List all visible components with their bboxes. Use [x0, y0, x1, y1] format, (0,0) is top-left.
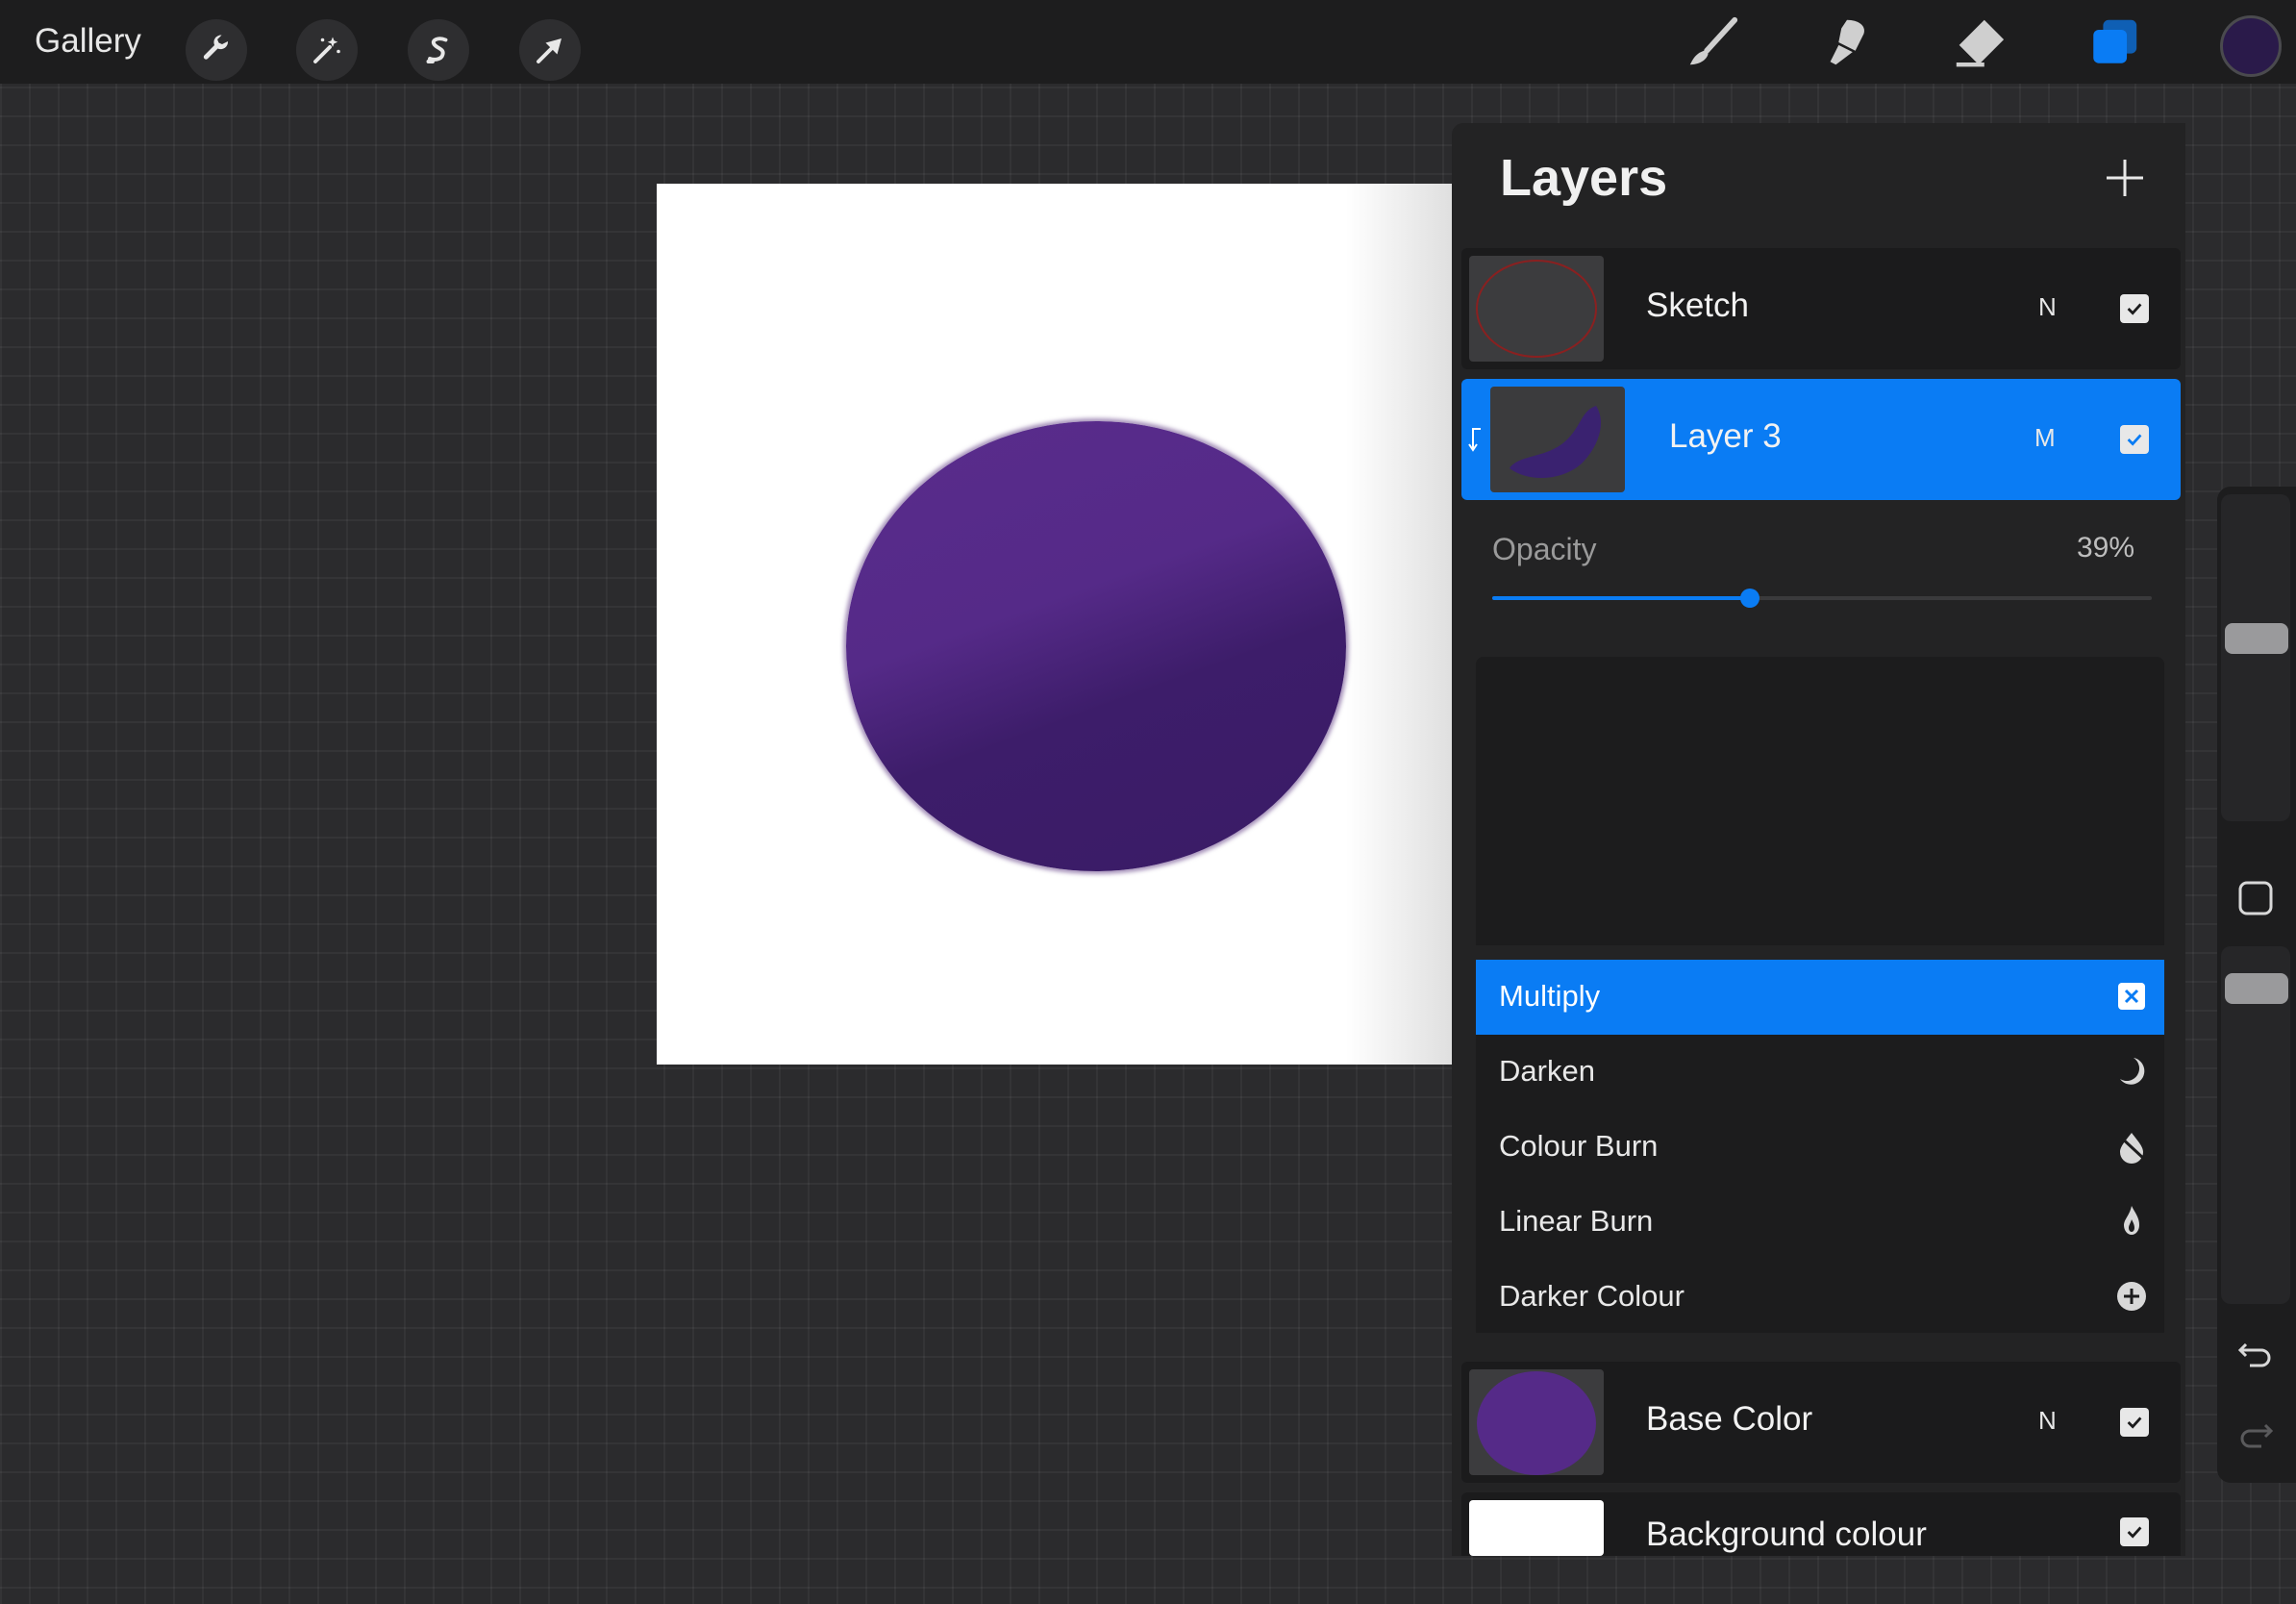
- blend-mode-label: Darken: [1499, 1054, 1595, 1088]
- plus-circle-icon: [2117, 1282, 2146, 1311]
- panel-title: Layers: [1500, 149, 1668, 207]
- visibility-checkbox[interactable]: [2120, 1517, 2149, 1546]
- layers-panel: Layers Sketch N Layer 3 M Opacity 39% Mu…: [1452, 123, 2185, 1556]
- smudge-icon: [1830, 19, 1864, 65]
- checkmark-icon: [2127, 303, 2142, 315]
- blend-mode-letter[interactable]: M: [2034, 423, 2056, 453]
- top-toolbar: Gallery: [0, 0, 2296, 84]
- actions-button[interactable]: [186, 19, 247, 81]
- canvas-shadow: [1346, 184, 1452, 1065]
- blend-mode-scroll-area[interactable]: [1476, 657, 2164, 945]
- color-picker-button[interactable]: [2220, 15, 2282, 77]
- blend-mode-darker-colour[interactable]: Darker Colour: [1476, 1260, 2164, 1335]
- drawing-canvas[interactable]: [657, 184, 1452, 1065]
- layer-name: Background colour: [1646, 1516, 1927, 1553]
- adjustments-button[interactable]: [296, 19, 358, 81]
- clipping-mask-arrow-icon: [1468, 428, 1481, 452]
- opacity-slider-fill: [1492, 596, 1750, 600]
- brush-size-thumb[interactable]: [2225, 623, 2288, 654]
- flame-icon: [2124, 1206, 2139, 1235]
- blend-mode-darken[interactable]: Darken: [1476, 1035, 2164, 1110]
- blend-mode-label: Linear Burn: [1499, 1204, 1654, 1238]
- selection-s-icon: [426, 37, 448, 63]
- eraser-icon: [1956, 19, 2005, 67]
- moon-icon: [2120, 1058, 2145, 1085]
- layers-tool[interactable]: [2081, 13, 2148, 71]
- transform-arrow-icon: [537, 38, 562, 63]
- opacity-slider[interactable]: [1492, 589, 2152, 608]
- layer-name: Base Color: [1646, 1400, 1813, 1438]
- redo-icon[interactable]: [2233, 1412, 2279, 1458]
- layer-row-base-color[interactable]: Base Color N: [1461, 1362, 2181, 1483]
- checkmark-icon: [2127, 1526, 2142, 1539]
- eraser-tool[interactable]: [1945, 13, 2012, 71]
- modify-square-icon[interactable]: [2233, 875, 2279, 921]
- multiply-icon: [2118, 983, 2145, 1010]
- opacity-value: 39%: [2077, 532, 2135, 564]
- layer-thumbnail: [1469, 1500, 1604, 1556]
- blend-mode-multiply[interactable]: Multiply: [1476, 960, 2164, 1035]
- magic-wand-icon: [313, 37, 340, 63]
- brush-icon: [1689, 16, 1738, 65]
- opacity-slider-knob[interactable]: [1739, 589, 1759, 608]
- blend-mode-colour-burn[interactable]: Colour Burn: [1476, 1110, 2164, 1185]
- layers-icon: [2093, 19, 2137, 63]
- layer-name: Sketch: [1646, 287, 1749, 324]
- blend-mode-letter[interactable]: N: [2038, 292, 2057, 322]
- layer-thumbnail: [1490, 387, 1625, 492]
- brush-tool[interactable]: [1679, 13, 1746, 71]
- blend-mode-label: Darker Colour: [1499, 1279, 1685, 1313]
- transform-button[interactable]: [519, 19, 581, 81]
- purple-circle-artwork: [846, 421, 1346, 871]
- burn-drop-icon: [2116, 1133, 2147, 1164]
- wrench-icon: [203, 35, 229, 60]
- visibility-checkbox[interactable]: [2120, 294, 2149, 323]
- brush-opacity-thumb[interactable]: [2225, 973, 2288, 1004]
- visibility-checkbox[interactable]: [2120, 425, 2149, 454]
- layer-row-layer-3[interactable]: Layer 3 M: [1461, 379, 2181, 500]
- layer-name: Layer 3: [1669, 417, 1782, 455]
- layer-row-sketch[interactable]: Sketch N: [1461, 248, 2181, 369]
- undo-icon[interactable]: [2233, 1331, 2279, 1377]
- layer-row-background-colour[interactable]: Background colour: [1461, 1492, 2181, 1556]
- gallery-button[interactable]: Gallery: [35, 19, 141, 63]
- blend-mode-linear-burn[interactable]: Linear Burn: [1476, 1185, 2164, 1260]
- blend-mode-label: Colour Burn: [1499, 1129, 1659, 1163]
- brush-size-slider[interactable]: [2221, 494, 2290, 821]
- layer-thumbnail: [1469, 1369, 1604, 1475]
- checkmark-icon: [2127, 1416, 2142, 1429]
- visibility-checkbox[interactable]: [2120, 1408, 2149, 1437]
- blend-mode-list: Multiply Darken Colour Burn Linear Burn …: [1476, 960, 2164, 1333]
- add-layer-icon[interactable]: [2101, 154, 2149, 202]
- selection-button[interactable]: [408, 19, 469, 81]
- blend-mode-letter[interactable]: N: [2038, 1406, 2057, 1436]
- layer-thumbnail: [1469, 256, 1604, 362]
- smudge-tool[interactable]: [1813, 13, 1881, 71]
- blend-mode-label: Multiply: [1499, 979, 1601, 1013]
- checkmark-icon: [2127, 434, 2142, 446]
- opacity-label: Opacity: [1492, 532, 1597, 566]
